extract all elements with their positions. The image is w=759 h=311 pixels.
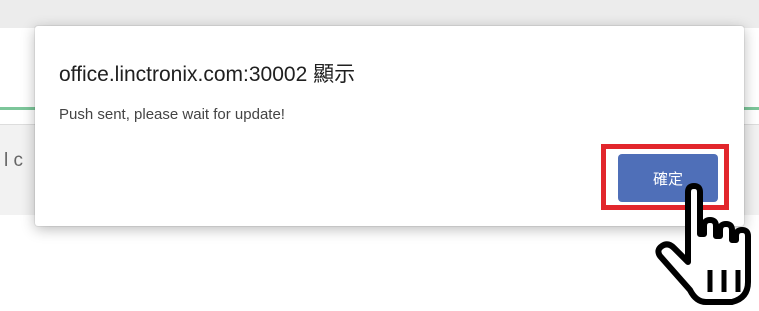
dialog-title: office.linctronix.com:30002 顯示 [59, 63, 356, 86]
hand-pointer-icon [655, 183, 751, 305]
background-top-bar [0, 0, 759, 28]
dialog-message: Push sent, please wait for update! [59, 106, 285, 123]
background-partial-text: l c [4, 150, 23, 171]
